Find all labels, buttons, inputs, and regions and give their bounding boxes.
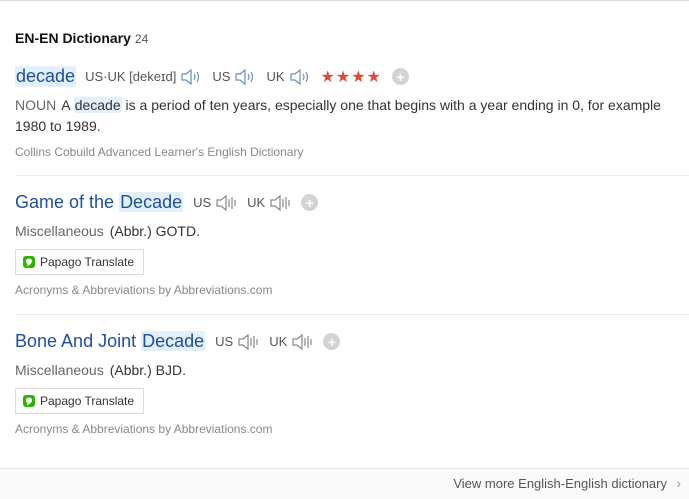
speaker-icon[interactable] xyxy=(234,68,256,86)
entry-head: Game of the Decade US UK + xyxy=(15,192,689,213)
dictionary-header: EN-EN Dictionary 24 xyxy=(15,30,148,48)
speaker-icon[interactable] xyxy=(269,194,291,212)
entry-divider xyxy=(15,175,689,176)
definition-highlight: decade xyxy=(73,97,122,113)
chevron-right-icon[interactable]: › xyxy=(676,475,681,491)
headword-prefix: Game of the xyxy=(15,192,120,212)
papago-icon xyxy=(23,395,35,407)
papago-icon xyxy=(23,256,35,268)
region-uk-label: UK xyxy=(247,195,266,210)
dictionary-title: EN-EN Dictionary xyxy=(15,30,131,46)
headword-link[interactable]: Game of the Decade xyxy=(15,192,184,213)
entry-game-of-the-decade: Game of the Decade US UK + Miscellaneous… xyxy=(15,192,689,297)
entry-divider xyxy=(15,314,689,315)
add-icon[interactable]: + xyxy=(301,194,319,211)
result-count: 24 xyxy=(134,32,149,46)
pronunciation: US·UK [dekeɪd] xyxy=(85,69,177,84)
entry-head: Bone And Joint Decade US UK + xyxy=(15,331,689,352)
region-us-label: US xyxy=(215,334,234,349)
top-divider xyxy=(0,0,689,1)
speaker-icon[interactable] xyxy=(180,68,202,86)
headword-link[interactable]: Bone And Joint Decade xyxy=(15,331,206,352)
entry-head: decade US·UK [dekeɪd] US UK ★★★★ + xyxy=(15,66,689,87)
speaker-icon[interactable] xyxy=(237,333,259,351)
region-us-label: US xyxy=(212,69,231,84)
headword-highlight: Decade xyxy=(119,192,184,212)
view-more-link[interactable]: View more English-English dictionary xyxy=(453,476,667,491)
category-label: Miscellaneous xyxy=(15,223,104,239)
definition: NOUN A decade is a period of ten years, e… xyxy=(15,95,675,137)
headword-highlight: Decade xyxy=(141,331,206,351)
entry-source: Acronyms & Abbreviations by Abbreviation… xyxy=(15,283,273,297)
entry-decade: decade US·UK [dekeɪd] US UK ★★★★ + NOUN A… xyxy=(15,66,689,159)
speaker-icon[interactable] xyxy=(215,194,237,212)
region-us-label: US xyxy=(193,195,212,210)
definition-text: A xyxy=(61,97,74,113)
papago-translate-label: Papago Translate xyxy=(40,255,135,269)
papago-translate-button[interactable]: Papago Translate xyxy=(15,388,145,414)
rating-stars: ★★★★ xyxy=(320,68,382,86)
region-uk-label: UK xyxy=(266,69,285,84)
add-icon[interactable]: + xyxy=(323,333,341,350)
category-label: Miscellaneous xyxy=(15,362,104,378)
region-uk-label: UK xyxy=(269,334,288,349)
abbreviation: (Abbr.) BJD. xyxy=(109,362,186,378)
entry-bone-and-joint-decade: Bone And Joint Decade US UK + Miscellane… xyxy=(15,331,689,436)
category-line: Miscellaneous (Abbr.) GOTD. xyxy=(15,223,689,239)
entry-source: Acronyms & Abbreviations by Abbreviation… xyxy=(15,422,273,436)
footer-bar: View more English-English dictionary › xyxy=(0,468,689,499)
papago-translate-label: Papago Translate xyxy=(40,394,135,408)
part-of-speech: NOUN xyxy=(15,97,57,113)
category-line: Miscellaneous (Abbr.) BJD. xyxy=(15,362,689,378)
headword-prefix: Bone And Joint xyxy=(15,331,142,351)
speaker-icon[interactable] xyxy=(291,333,313,351)
headword-link[interactable]: decade xyxy=(15,66,77,87)
papago-translate-button[interactable]: Papago Translate xyxy=(15,249,145,275)
abbreviation: (Abbr.) GOTD. xyxy=(109,223,200,239)
speaker-icon[interactable] xyxy=(289,68,311,86)
entry-source: Collins Cobuild Advanced Learner's Engli… xyxy=(15,145,304,159)
add-icon[interactable]: + xyxy=(391,68,409,85)
